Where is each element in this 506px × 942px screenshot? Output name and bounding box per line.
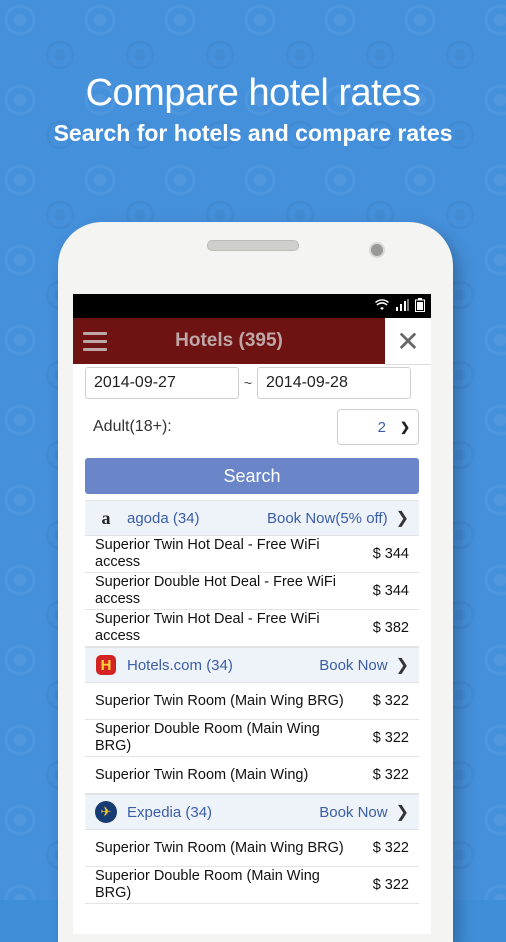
room-price: $ 322 — [372, 840, 409, 856]
room-price: $ 322 — [372, 730, 409, 746]
status-bar — [73, 294, 431, 318]
room-row[interactable]: Superior Double Hot Deal - Free WiFi acc… — [85, 573, 419, 610]
room-row[interactable]: Superior Twin Room (Main Wing BRG) $ 322 — [85, 683, 419, 720]
room-price: $ 344 — [372, 583, 409, 599]
room-price: $ 382 — [372, 620, 409, 636]
chevron-right-icon: ❯ — [395, 510, 409, 527]
phone-screen: Hotels (395) ✕ 2014-09-27 ~ 2014-09-28 A… — [73, 294, 431, 934]
date-separator: ~ — [243, 375, 253, 391]
hotels-com-logo-icon: H — [95, 654, 117, 676]
room-name: Superior Double Room (Main Wing BRG) — [95, 721, 320, 754]
room-name: Superior Twin Room (Main Wing) — [95, 766, 309, 783]
adult-count-select[interactable]: 2 ❯ — [337, 409, 419, 445]
room-name: Superior Double Hot Deal - Free WiFi acc… — [95, 574, 336, 607]
search-button[interactable]: Search — [85, 458, 419, 494]
phone-speaker — [207, 240, 299, 251]
results-list: a agoda (34) Book Now(5% off) ❯ Superior… — [85, 500, 419, 904]
provider-row-expedia[interactable]: ✈ Expedia (34) Book Now ❯ — [85, 794, 419, 830]
signal-icon — [395, 299, 409, 313]
room-name: Superior Double Room (Main Wing BRG) — [95, 868, 320, 901]
provider-name: Hotels.com (34) — [127, 656, 233, 674]
adult-count-value: 2 — [377, 418, 386, 436]
promo-subtitle: Search for hotels and compare rates — [53, 120, 453, 146]
room-row[interactable]: Superior Double Room (Main Wing BRG) $ 3… — [85, 720, 419, 757]
chevron-down-icon: ❯ — [399, 420, 410, 434]
search-form: 2014-09-27 ~ 2014-09-28 Adult(18+): 2 ❯ … — [73, 364, 431, 904]
provider-row-agoda[interactable]: a agoda (34) Book Now(5% off) ❯ — [85, 500, 419, 536]
room-row[interactable]: Superior Twin Room (Main Wing) $ 322 — [85, 757, 419, 794]
phone-frame: Hotels (395) ✕ 2014-09-27 ~ 2014-09-28 A… — [58, 222, 453, 942]
room-row[interactable]: Superior Double Room (Main Wing BRG) $ 3… — [85, 867, 419, 904]
room-name: Superior Twin Hot Deal - Free WiFi acces… — [95, 611, 320, 644]
room-row[interactable]: Superior Twin Hot Deal - Free WiFi acces… — [85, 610, 419, 647]
chevron-right-icon: ❯ — [395, 657, 409, 674]
room-price: $ 322 — [372, 767, 409, 783]
agoda-logo-icon: a — [101, 507, 111, 528]
room-price: $ 322 — [372, 693, 409, 709]
adult-label: Adult(18+): — [93, 418, 172, 435]
room-row[interactable]: Superior Twin Room (Main Wing BRG) $ 322 — [85, 830, 419, 867]
battery-icon — [415, 298, 425, 314]
checkout-date-field[interactable]: 2014-09-28 — [257, 367, 411, 399]
provider-name: agoda (34) — [127, 509, 200, 527]
book-now-link[interactable]: Book Now(5% off) — [267, 510, 388, 527]
room-price: $ 344 — [372, 546, 409, 562]
room-name: Superior Twin Room (Main Wing BRG) — [95, 692, 344, 709]
room-name: Superior Twin Room (Main Wing BRG) — [95, 839, 344, 856]
chevron-right-icon: ❯ — [395, 804, 409, 821]
book-now-link[interactable]: Book Now — [319, 804, 387, 821]
room-row[interactable]: Superior Twin Hot Deal - Free WiFi acces… — [85, 536, 419, 573]
provider-name: Expedia (34) — [127, 803, 213, 821]
provider-row-hotels-com[interactable]: H Hotels.com (34) Book Now ❯ — [85, 647, 419, 683]
close-button[interactable]: ✕ — [385, 318, 431, 365]
app-bar: Hotels (395) ✕ — [73, 318, 431, 365]
checkin-date-field[interactable]: 2014-09-27 — [85, 367, 239, 399]
room-price: $ 322 — [372, 877, 409, 893]
adult-row: Adult(18+): 2 ❯ — [85, 404, 419, 450]
phone-camera — [369, 242, 385, 258]
wifi-icon — [375, 299, 389, 313]
date-row: 2014-09-27 ~ 2014-09-28 — [85, 364, 419, 402]
expedia-logo-icon: ✈ — [95, 801, 117, 823]
app-title: Hotels (395) — [175, 330, 283, 351]
promo-title: Compare hotel rates — [85, 72, 421, 114]
book-now-link[interactable]: Book Now — [319, 657, 387, 674]
room-name: Superior Twin Hot Deal - Free WiFi acces… — [95, 537, 320, 570]
